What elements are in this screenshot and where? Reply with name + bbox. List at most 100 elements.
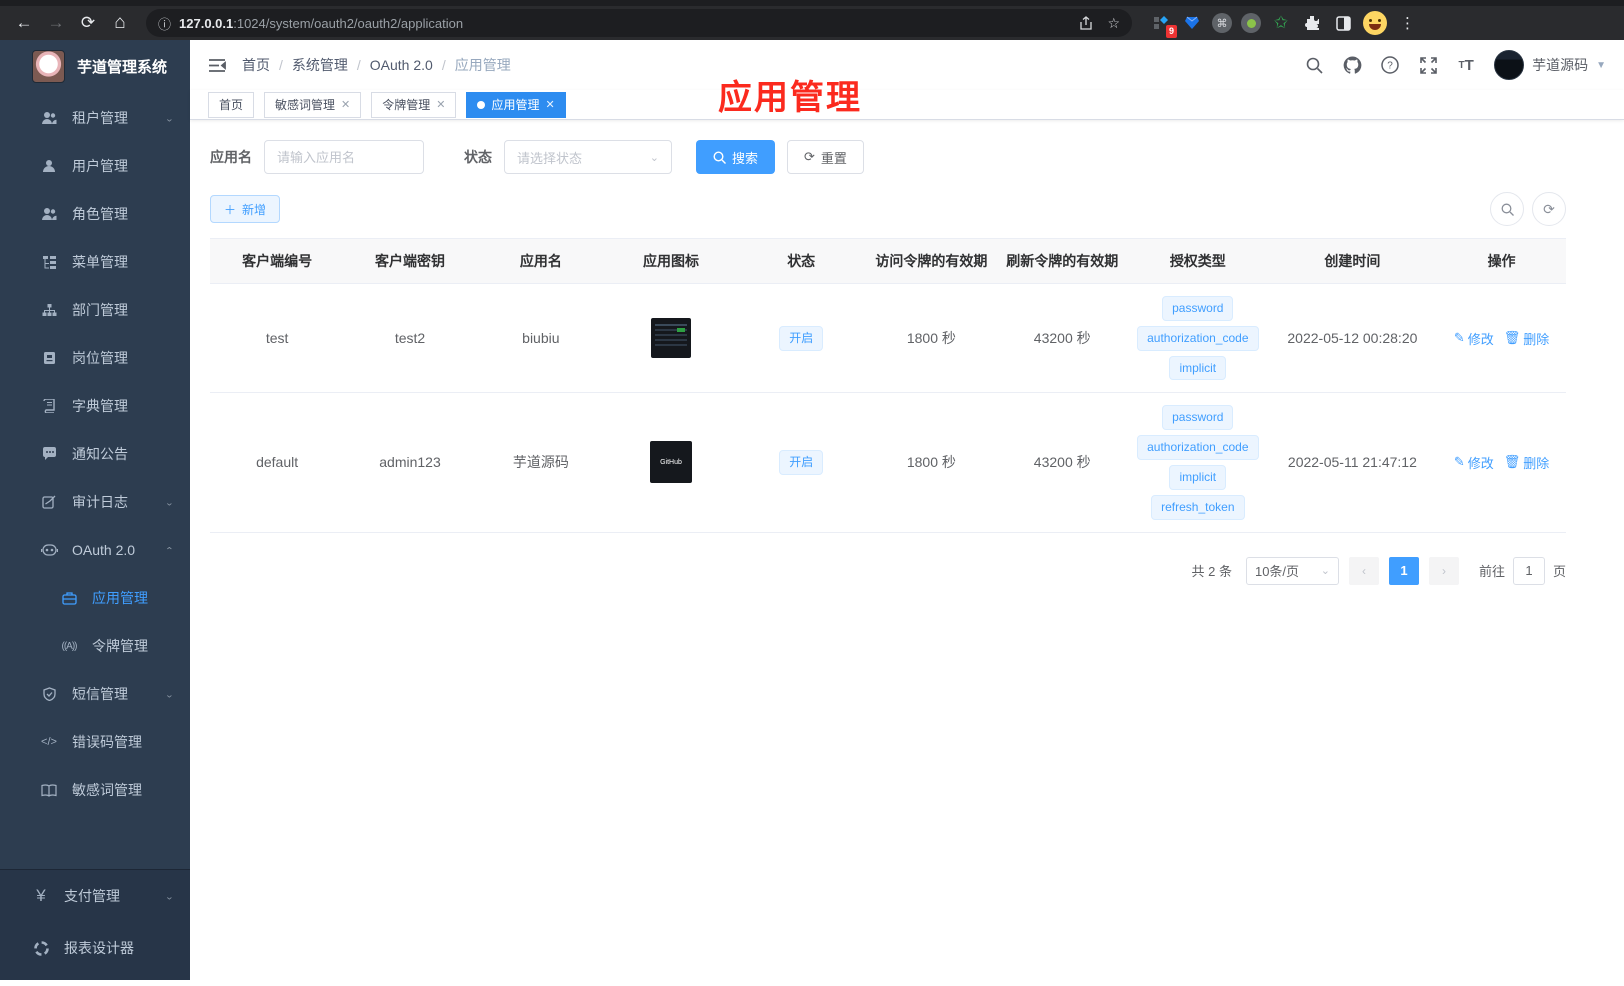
sidebar-item-pay[interactable]: ¥ 支付管理 ⌄ <box>0 870 190 922</box>
browser-address-bar[interactable]: ⓘ 127.0.0.1:1024/system/oauth2/oauth2/ap… <box>146 9 1132 37</box>
browser-forward-icon[interactable]: → <box>42 9 70 37</box>
sidebar-item-label: 短信管理 <box>72 686 128 702</box>
sidebar-item-oauth[interactable]: OAuth 2.0 ⌃ <box>0 526 190 574</box>
page-number-button[interactable]: 1 <box>1388 556 1419 585</box>
app-name-input[interactable] <box>264 140 424 174</box>
sidebar-item-label: 菜单管理 <box>72 254 128 270</box>
refresh-table-icon[interactable]: ⟳ <box>1532 192 1566 226</box>
sidebar-item-sms[interactable]: 短信管理 ⌄ <box>0 670 190 718</box>
app-name-cell: 芋道源码 <box>512 454 569 471</box>
status-label: 状态 <box>464 149 492 165</box>
sidebar: 芋道管理系统 租户管理 ⌄ 用户管理 角色管理 菜单管理 部门管理 岗位管理 字… <box>0 40 190 980</box>
url-text[interactable]: 127.0.0.1:1024/system/oauth2/oauth2/appl… <box>179 16 1065 31</box>
tab-home[interactable]: 首页 <box>208 91 255 118</box>
chevron-down-icon: ⌄ <box>649 151 659 164</box>
sidebar-item-post[interactable]: 岗位管理 <box>0 334 190 382</box>
sidebar-item-errcode[interactable]: </> 错误码管理 <box>0 718 190 766</box>
user-menu[interactable]: 芋道源码 ▼ <box>1494 50 1606 80</box>
goto-label: 前往 <box>1478 564 1505 580</box>
browser-back-icon[interactable]: ← <box>10 9 38 37</box>
close-icon[interactable]: ✕ <box>546 98 555 111</box>
sidebar-item-label: 令牌管理 <box>92 638 148 654</box>
sidebar-item-notice[interactable]: 通知公告 <box>0 430 190 478</box>
page-suffix-label: 页 <box>1552 564 1566 580</box>
breadcrumb-system[interactable]: 系统管理 <box>292 55 348 75</box>
close-icon[interactable]: ✕ <box>341 98 350 111</box>
breadcrumb-oauth[interactable]: OAuth 2.0 <box>370 57 433 73</box>
client-id-cell: test <box>265 330 289 347</box>
edit-button[interactable]: ✎ 修改 <box>1454 453 1494 472</box>
tab-application-management[interactable]: 应用管理 ✕ <box>466 91 566 118</box>
chevron-down-icon: ⌄ <box>1320 565 1330 578</box>
breadcrumb: 首页 / 系统管理 / OAuth 2.0 / 应用管理 <box>242 55 511 75</box>
browser-reload-icon[interactable]: ⟳ <box>74 9 102 37</box>
app-logo-bar[interactable]: 芋道管理系统 <box>0 40 190 92</box>
page-size-select[interactable]: 10条/页 ⌄ <box>1245 556 1339 585</box>
tab-sensitive-words[interactable]: 敏感词管理 ✕ <box>264 91 362 118</box>
delete-button[interactable]: 🗑 删除 <box>1504 329 1550 348</box>
help-icon[interactable]: ? <box>1380 55 1400 75</box>
sidebar-item-report[interactable]: 报表设计器 <box>0 922 190 974</box>
goto-page-input[interactable] <box>1512 556 1545 585</box>
extension-grid-icon[interactable]: 9 <box>1150 12 1177 38</box>
chevron-down-icon: ▼ <box>1596 59 1606 71</box>
sidebar-item-tenant[interactable]: 租户管理 ⌄ <box>0 94 190 142</box>
github-icon[interactable] <box>1342 55 1362 75</box>
browser-profile-avatar[interactable] <box>1363 11 1387 35</box>
app-logo <box>32 49 65 83</box>
prev-page-button[interactable]: ‹ <box>1348 556 1379 585</box>
fullscreen-icon[interactable] <box>1418 55 1438 75</box>
font-size-icon[interactable]: TT <box>1456 55 1476 75</box>
chevron-down-icon: ⌄ <box>164 689 174 700</box>
sidebar-item-sensitive[interactable]: 敏感词管理 <box>0 766 190 814</box>
sidebar-item-role[interactable]: 角色管理 <box>0 190 190 238</box>
chevron-up-icon: ⌃ <box>164 545 174 556</box>
app-name-label: 应用名 <box>210 149 252 165</box>
breadcrumb-home[interactable]: 首页 <box>242 55 270 75</box>
grant-type-tag: password <box>1162 296 1234 321</box>
search-button[interactable]: 搜索 <box>696 140 776 174</box>
chevron-down-icon: ⌄ <box>164 113 174 124</box>
show-search-toggle-icon[interactable] <box>1490 192 1524 226</box>
sidebar-item-label: 通知公告 <box>72 446 128 462</box>
status-select[interactable]: 请选择状态 ⌄ <box>504 140 672 174</box>
sidebar-menu: 租户管理 ⌄ 用户管理 角色管理 菜单管理 部门管理 岗位管理 字典管理 通知公… <box>0 92 190 847</box>
sidebar-collapse-icon[interactable] <box>208 58 226 73</box>
split-view-icon[interactable] <box>1332 12 1354 34</box>
tab-token-management[interactable]: 令牌管理 ✕ <box>371 91 457 118</box>
close-icon[interactable]: ✕ <box>436 98 445 111</box>
sidebar-item-audit[interactable]: 审计日志 ⌄ <box>0 478 190 526</box>
puzzle-extensions-icon[interactable] <box>1301 12 1323 34</box>
sidebar-item-oauth-application[interactable]: 应用管理 <box>0 574 190 622</box>
roles-icon <box>40 205 58 223</box>
command-extension-icon[interactable]: ⌘ <box>1212 13 1232 33</box>
recorder-extension-icon[interactable] <box>1241 13 1261 33</box>
share-icon[interactable] <box>1079 15 1093 31</box>
edit-button[interactable]: ✎ 修改 <box>1454 329 1494 348</box>
add-button[interactable]: ＋ 新增 <box>210 195 281 223</box>
table-row: test test2 biubiu 开启 1800 秒 43200 秒 pass… <box>210 284 1566 394</box>
site-info-icon[interactable]: ⓘ <box>158 14 171 33</box>
sidebar-item-menu[interactable]: 菜单管理 <box>0 238 190 286</box>
sidebar-item-oauth-token[interactable]: ((A)) 令牌管理 <box>0 622 190 670</box>
gem-extension-icon[interactable] <box>1181 12 1203 34</box>
access-token-validity-cell: 1800 秒 <box>906 454 956 471</box>
reset-button[interactable]: ⟳ 重置 <box>787 140 864 174</box>
browser-menu-icon[interactable]: ⋮ <box>1400 14 1415 32</box>
green-star-extension-icon[interactable]: ✩ <box>1270 12 1292 34</box>
sidebar-item-dept[interactable]: 部门管理 <box>0 286 190 334</box>
shield-check-icon <box>40 685 58 703</box>
delete-button[interactable]: 🗑 删除 <box>1504 453 1550 472</box>
next-page-button[interactable]: › <box>1428 556 1459 585</box>
sidebar-item-user[interactable]: 用户管理 <box>0 142 190 190</box>
refresh-token-validity-cell: 43200 秒 <box>1033 330 1091 347</box>
open-book-icon <box>40 781 58 799</box>
search-icon[interactable] <box>1304 55 1324 75</box>
bookmark-star-icon[interactable]: ☆ <box>1107 15 1120 32</box>
tag-views-bar: 首页 敏感词管理 ✕ 令牌管理 ✕ 应用管理 ✕ <box>190 90 1624 120</box>
browser-home-icon[interactable]: ⌂ <box>106 9 134 37</box>
user-icon <box>40 157 58 175</box>
sidebar-item-dict[interactable]: 字典管理 <box>0 382 190 430</box>
grant-types-cell: password authorization_code implicit ref… <box>1128 403 1268 521</box>
grant-type-tag: password <box>1162 405 1234 431</box>
